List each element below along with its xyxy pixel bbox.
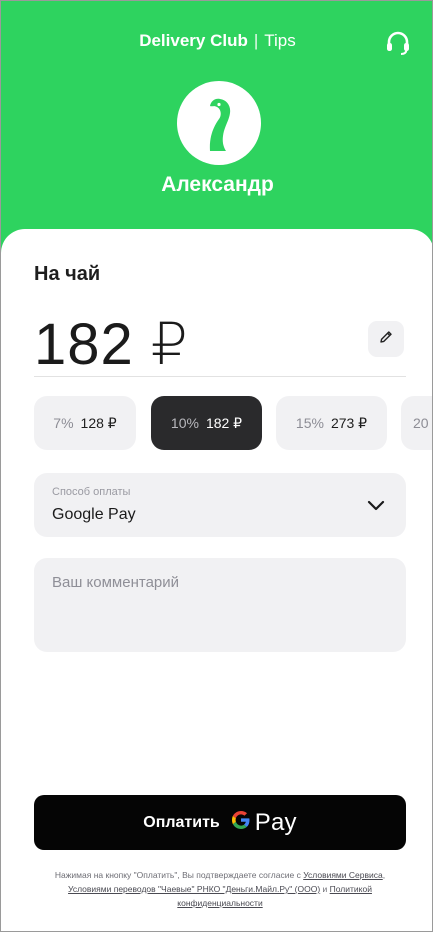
tip-card: На чай 182 ₽ 7% 128 ₽ 10% 182 ₽ 15% 273 ₽ bbox=[1, 229, 432, 931]
payment-method-value: Google Pay bbox=[52, 506, 136, 523]
tip-option-15[interactable]: 15% 273 ₽ bbox=[276, 396, 387, 450]
tip-option-percent: 20 bbox=[413, 415, 429, 431]
courier-name: Александр bbox=[161, 173, 274, 196]
transfer-terms-link[interactable]: Условиями переводов "Чаевые" РНКО "Деньг… bbox=[68, 884, 320, 894]
pay-button-label: Оплатить bbox=[143, 813, 220, 831]
google-g-icon bbox=[230, 809, 252, 836]
tip-option-20[interactable]: 20 bbox=[401, 396, 432, 450]
header: Delivery Club | Tips Александр bbox=[1, 1, 432, 263]
tip-option-percent: 7% bbox=[53, 415, 74, 431]
brand-title: Delivery Club | Tips bbox=[1, 31, 432, 51]
tip-option-sum: 128 ₽ bbox=[80, 414, 117, 431]
brand-name: Delivery Club bbox=[139, 31, 248, 50]
google-pay-word: Pay bbox=[254, 808, 297, 836]
section-title: На чай bbox=[34, 263, 101, 285]
app-frame: Delivery Club | Tips Александр На чай 182 … bbox=[0, 0, 433, 932]
payment-method-label: Способ оплаты bbox=[52, 486, 131, 498]
tip-option-10[interactable]: 10% 182 ₽ bbox=[151, 396, 262, 450]
tip-option-sum: 182 ₽ bbox=[205, 414, 243, 431]
tip-option-sum: 273 ₽ bbox=[330, 414, 368, 431]
tip-option-percent: 10% bbox=[170, 415, 199, 431]
terms-link[interactable]: Условиями Сервиса bbox=[303, 870, 383, 880]
brand-separator: | bbox=[253, 31, 259, 50]
legal-comma: , bbox=[382, 870, 386, 880]
legal-prefix: Нажимая на кнопку "Оплатить", Вы подтвер… bbox=[54, 870, 301, 880]
tip-percent-options: 7% 128 ₽ 10% 182 ₽ 15% 273 ₽ 20 bbox=[34, 396, 432, 452]
amount-underline bbox=[34, 376, 406, 377]
google-pay-logo: Pay bbox=[230, 809, 297, 837]
tip-amount[interactable]: 182 ₽ bbox=[34, 313, 189, 377]
goose-logo-icon bbox=[177, 81, 261, 165]
legal-and: и bbox=[322, 884, 328, 894]
tip-option-7[interactable]: 7% 128 ₽ bbox=[34, 396, 136, 450]
chevron-down-icon[interactable] bbox=[364, 493, 388, 517]
tip-option-percent: 15% bbox=[295, 415, 324, 431]
payment-method-select[interactable]: Способ оплаты Google Pay bbox=[34, 473, 406, 537]
comment-field[interactable] bbox=[34, 558, 406, 652]
edit-amount-button[interactable] bbox=[368, 321, 404, 357]
pay-button[interactable]: Оплатить Pay bbox=[34, 795, 406, 850]
legal-notice: Нажимая на кнопку "Оплатить", Вы подтвер… bbox=[51, 868, 389, 910]
pencil-icon bbox=[378, 329, 394, 350]
brand-suffix: Tips bbox=[264, 31, 296, 50]
headset-icon[interactable] bbox=[384, 29, 412, 57]
